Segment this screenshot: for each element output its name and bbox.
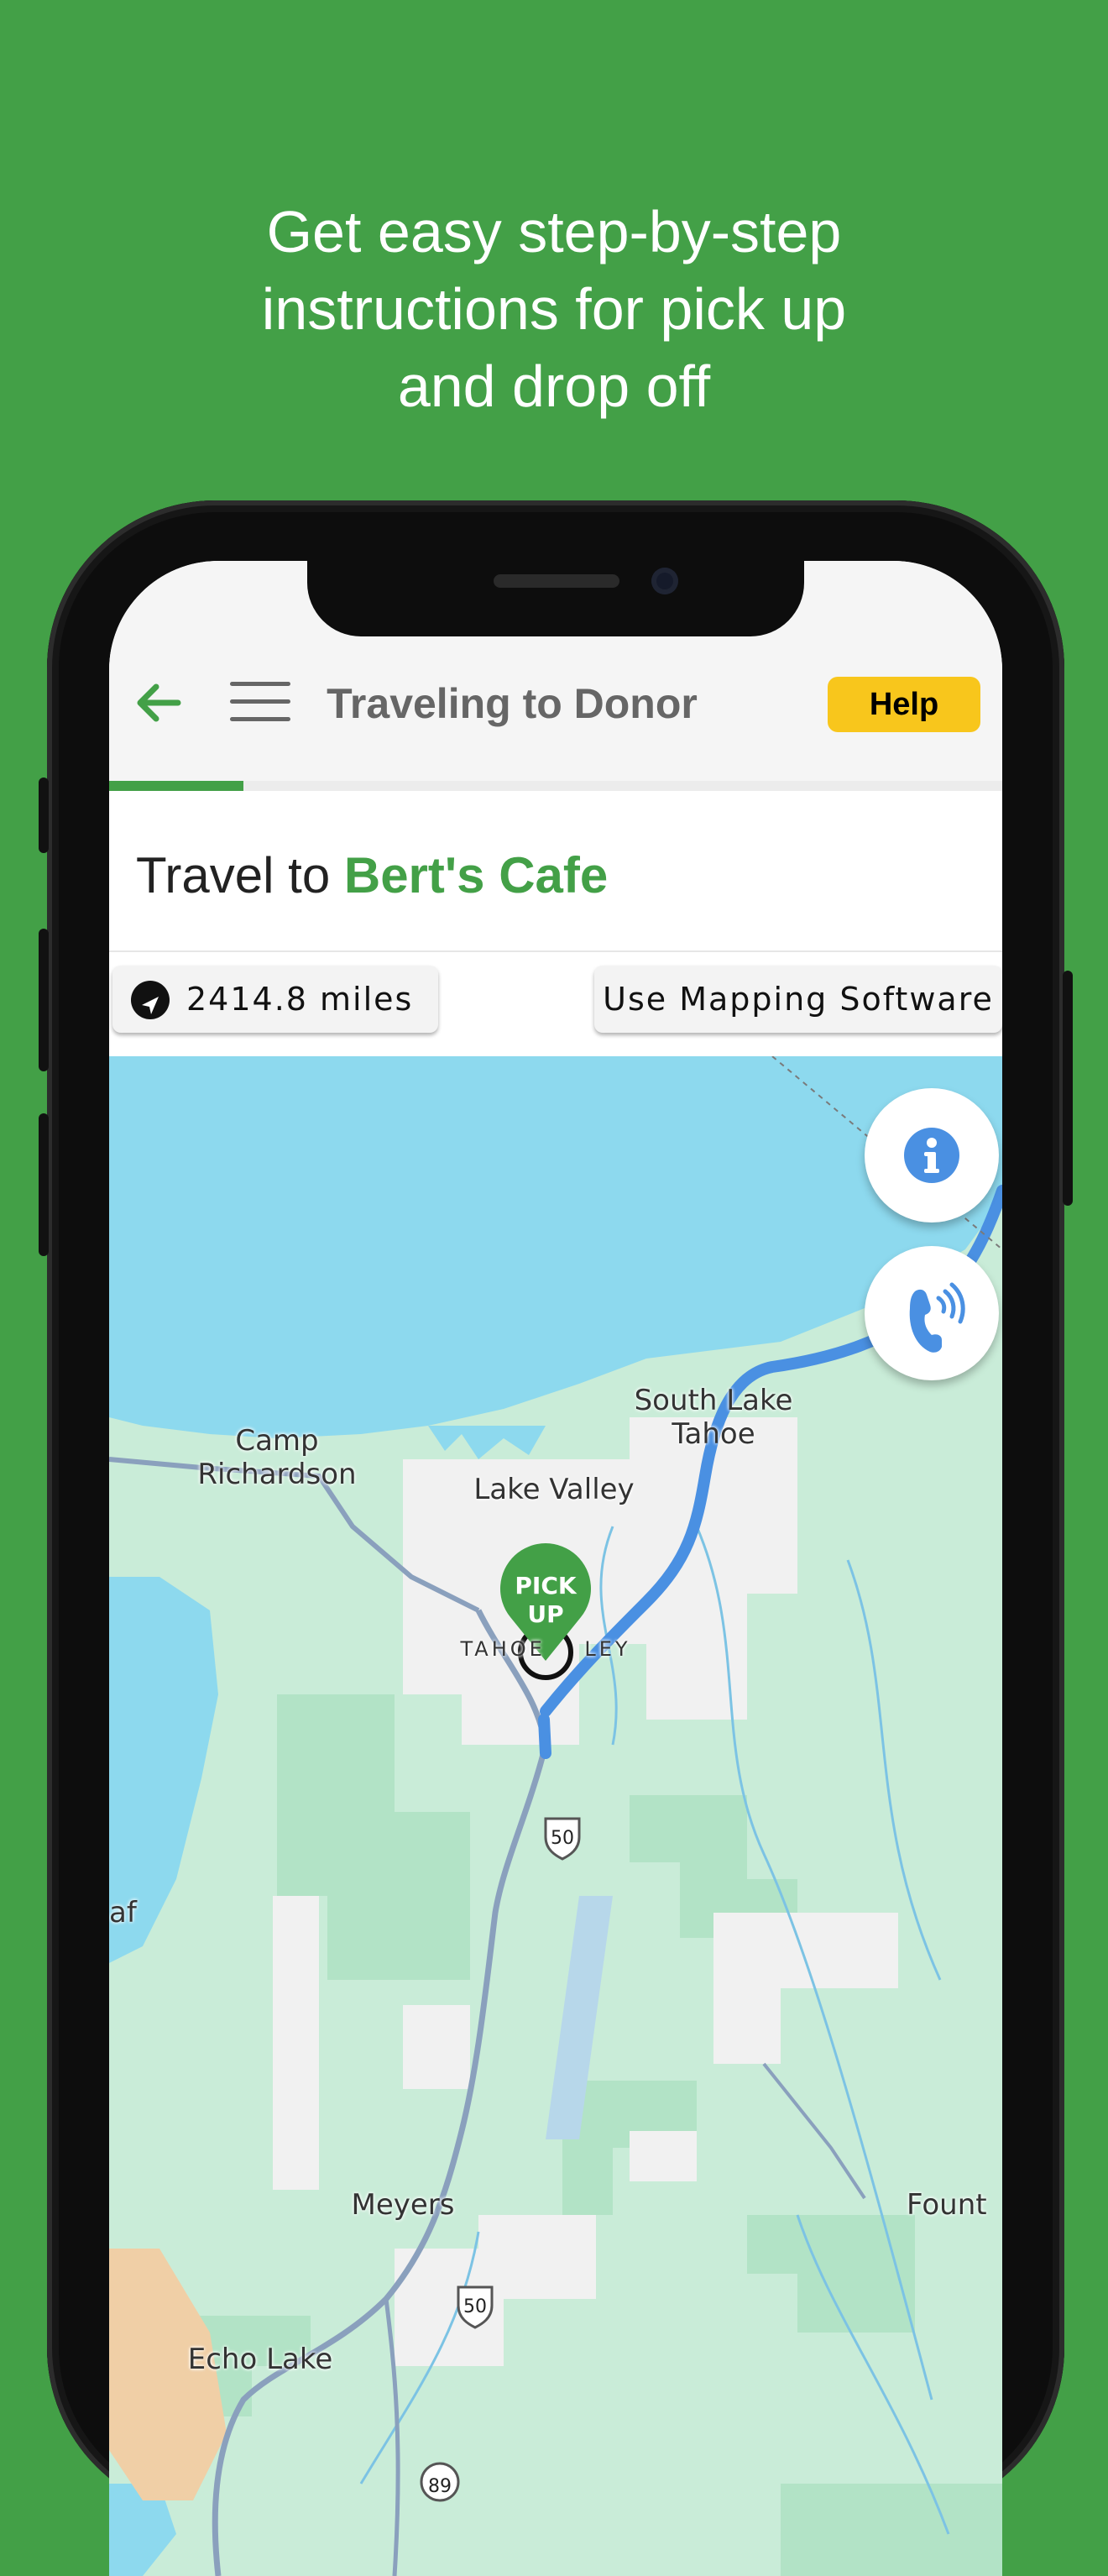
phone-frame: Traveling to Donor Help Travel to Bert's…	[39, 500, 1073, 2576]
phone-notch	[307, 561, 804, 636]
map-label-south-lake-tahoe: South Lake Tahoe	[634, 1384, 793, 1451]
promo-headline: Get easy step-by-step instructions for p…	[0, 193, 1108, 425]
phone-speaker	[494, 574, 619, 588]
hamburger-menu-icon[interactable]	[230, 682, 290, 724]
route-50-label-b: 50	[463, 2296, 487, 2317]
distance-chip: 2414.8 miles	[112, 966, 438, 1033]
map-label-af: af	[109, 1896, 137, 1929]
headline-line-3: and drop off	[397, 353, 711, 419]
destination-heading: Travel to Bert's Cafe	[136, 846, 608, 905]
map-label-tahoe-valley: TAHOE LEY	[460, 1637, 631, 1661]
app-screen: Traveling to Donor Help Travel to Bert's…	[109, 561, 1002, 2576]
map-label-camp-richardson: Camp Richardson	[197, 1424, 357, 1491]
trip-progress-bar	[109, 781, 1002, 791]
map-label-lake-valley: Lake Valley	[473, 1473, 635, 1506]
headline-line-1: Get easy step-by-step	[266, 199, 842, 264]
map-label-meyers: Meyers	[351, 2188, 455, 2222]
phone-camera	[651, 568, 678, 594]
map-label-fount: Fount	[907, 2188, 987, 2222]
route-50-label-a: 50	[551, 1828, 574, 1849]
phone-call-icon	[909, 1282, 965, 1353]
help-button[interactable]: Help	[828, 677, 980, 732]
pickup-marker-label: PICK UP	[515, 1572, 577, 1628]
phone-volume-up-button	[39, 929, 49, 1071]
trip-progress-fill	[109, 781, 243, 791]
navigation-arrow-icon	[131, 981, 170, 1019]
page-title: Traveling to Donor	[327, 680, 698, 727]
phone-volume-down-button	[39, 1113, 49, 1256]
arrow-left-icon	[137, 683, 181, 722]
phone-mute-switch	[39, 778, 49, 853]
headline-line-2: instructions for pick up	[261, 276, 847, 342]
phone-power-button	[1063, 971, 1073, 1206]
info-icon	[904, 1128, 959, 1183]
destination-prefix: Travel to	[136, 847, 331, 903]
route-89-label: 89	[428, 2476, 452, 2497]
info-button[interactable]	[865, 1088, 999, 1223]
back-button[interactable]	[129, 673, 188, 732]
map-label-echo-lake: Echo Lake	[187, 2343, 333, 2376]
destination-name: Bert's Cafe	[343, 847, 609, 903]
distance-value: 2414.8 miles	[186, 981, 414, 1018]
map-view[interactable]: South Lake Tahoe Camp Richardson Lake Va…	[109, 1056, 1002, 2576]
use-mapping-software-button[interactable]: Use Mapping Software	[594, 966, 1002, 1033]
call-button[interactable]	[865, 1246, 999, 1380]
destination-row: Travel to Bert's Cafe	[109, 791, 1002, 952]
